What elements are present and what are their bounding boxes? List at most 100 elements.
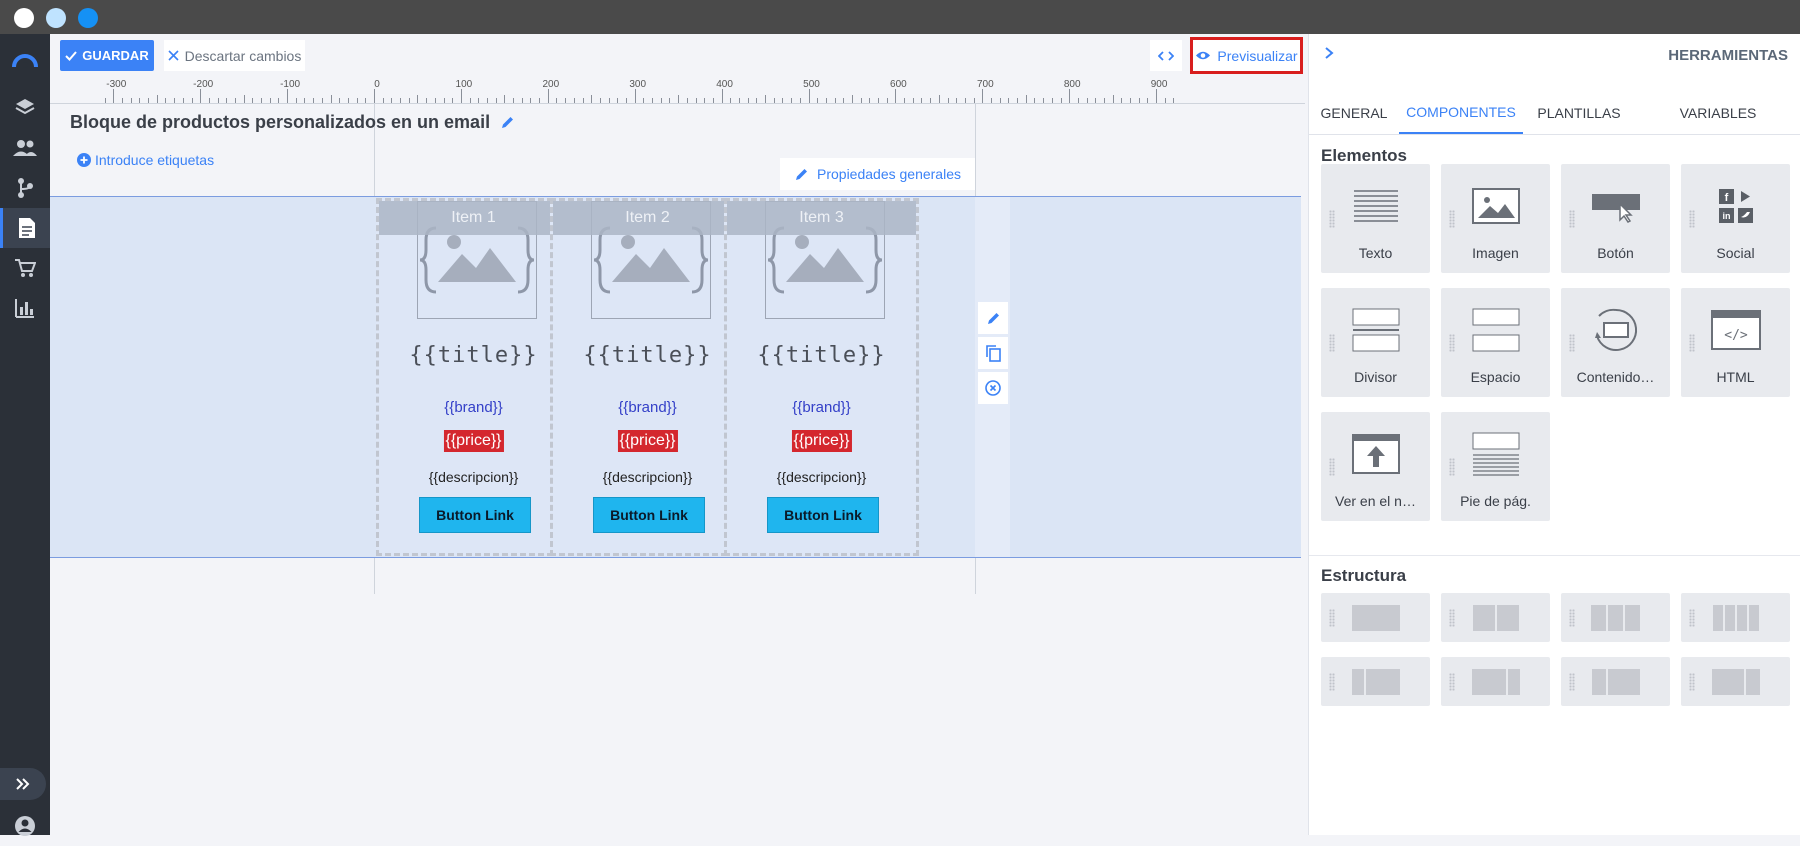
spacer-icon bbox=[1441, 300, 1550, 360]
html-element[interactable]: </> HTML bbox=[1681, 288, 1790, 397]
edit-block-button[interactable] bbox=[978, 302, 1008, 334]
layers-icon[interactable] bbox=[0, 88, 50, 128]
add-tags-link[interactable]: Introduce etiquetas bbox=[77, 152, 214, 168]
item-button-link[interactable]: Button Link bbox=[767, 497, 879, 533]
ruler-tick bbox=[243, 95, 245, 103]
item-brand[interactable]: {{brand}} bbox=[727, 399, 916, 416]
templates-icon[interactable] bbox=[0, 208, 50, 248]
ruler-tick bbox=[817, 98, 819, 103]
button-element[interactable]: Botón bbox=[1561, 164, 1670, 273]
contacts-icon[interactable] bbox=[0, 128, 50, 168]
window-maximize-dot[interactable] bbox=[78, 8, 98, 28]
structure-1-3[interactable] bbox=[1321, 657, 1430, 706]
ruler-tick bbox=[391, 98, 393, 103]
item-brand[interactable]: {{brand}} bbox=[553, 399, 742, 416]
spacer-element[interactable]: Espacio bbox=[1441, 288, 1550, 397]
page-title: Bloque de productos personalizados en un… bbox=[70, 112, 515, 133]
text-icon bbox=[1321, 176, 1430, 236]
duplicate-block-button[interactable] bbox=[978, 337, 1008, 369]
view-in-browser-element[interactable]: Ver en el n… bbox=[1321, 412, 1430, 521]
tab-variables[interactable]: VARIABLES bbox=[1635, 92, 1800, 134]
general-properties-button[interactable]: Propiedades generales bbox=[780, 158, 975, 190]
ruler-tick bbox=[938, 95, 940, 103]
social-element[interactable]: f in Social bbox=[1681, 164, 1790, 273]
product-item-1[interactable]: Item 1 {{title}} {{brand}} {{price}} {{descr… bbox=[376, 198, 571, 556]
ruler-tick bbox=[200, 89, 202, 103]
item-price[interactable]: {{price}} bbox=[617, 430, 678, 452]
footer-element[interactable]: Pie de pág. bbox=[1441, 412, 1550, 521]
item-brand[interactable]: {{brand}} bbox=[379, 399, 568, 416]
ruler-tick bbox=[712, 98, 714, 103]
item-title[interactable]: {{title}} bbox=[379, 343, 568, 368]
ruler-tick bbox=[990, 98, 992, 103]
image-icon bbox=[1441, 176, 1550, 236]
item-title[interactable]: {{title}} bbox=[553, 343, 742, 368]
ruler-tick bbox=[1173, 98, 1175, 103]
item-title[interactable]: {{title}} bbox=[727, 343, 916, 368]
product-item-3[interactable]: Item 3 {{title}} {{brand}} {{price}} {{descr… bbox=[724, 198, 919, 556]
account-icon[interactable] bbox=[0, 806, 50, 846]
item-description[interactable]: {{descripcion}} bbox=[727, 469, 916, 485]
text-element[interactable]: Texto bbox=[1321, 164, 1430, 273]
ruler-tick bbox=[304, 98, 306, 103]
tabs-divider bbox=[1309, 134, 1800, 135]
ruler-tick bbox=[269, 98, 271, 103]
ruler-tick bbox=[486, 98, 488, 103]
cart-icon[interactable] bbox=[0, 248, 50, 288]
save-button[interactable]: GUARDAR bbox=[60, 40, 154, 71]
item-price[interactable]: {{price}} bbox=[443, 430, 504, 452]
expand-sidebar-icon[interactable] bbox=[0, 768, 46, 800]
ruler-tick bbox=[226, 98, 228, 103]
ruler-tick bbox=[417, 95, 419, 103]
ruler-tick bbox=[278, 98, 280, 103]
ruler-tick bbox=[669, 98, 671, 103]
content-element[interactable]: Contenido… bbox=[1561, 288, 1670, 397]
button-icon bbox=[1561, 176, 1670, 236]
ruler-tick bbox=[295, 98, 297, 103]
product-item-2[interactable]: Item 2 {{title}} {{brand}} {{price}} {{descr… bbox=[550, 198, 745, 556]
general-properties-label: Propiedades generales bbox=[817, 166, 961, 182]
element-label: Social bbox=[1716, 245, 1755, 261]
window-minimize-dot[interactable] bbox=[46, 8, 66, 28]
structure-4-columns[interactable] bbox=[1681, 593, 1790, 642]
ruler-tick bbox=[626, 98, 627, 103]
tab-componentes[interactable]: COMPONENTES bbox=[1399, 92, 1523, 134]
workflow-icon[interactable] bbox=[0, 168, 50, 208]
svg-text:in: in bbox=[1722, 211, 1730, 221]
window-close-dot[interactable] bbox=[14, 8, 34, 28]
preview-button[interactable]: Previsualizar bbox=[1190, 37, 1303, 74]
discard-changes-button[interactable]: Descartar cambios bbox=[164, 40, 305, 71]
image-element[interactable]: Imagen bbox=[1441, 164, 1550, 273]
ruler-tick bbox=[808, 89, 810, 103]
code-icon bbox=[1158, 50, 1174, 61]
item-description[interactable]: {{descripcion}} bbox=[379, 469, 568, 485]
code-view-button[interactable] bbox=[1150, 40, 1182, 71]
edit-title-icon[interactable] bbox=[500, 115, 515, 130]
collapse-panel-icon[interactable] bbox=[1323, 46, 1335, 65]
tab-general[interactable]: GENERAL bbox=[1309, 92, 1399, 134]
remove-circle-icon bbox=[985, 380, 1001, 396]
structure-2-columns[interactable] bbox=[1441, 593, 1550, 642]
structure-2-1[interactable] bbox=[1681, 657, 1790, 706]
tab-plantillas[interactable]: PLANTILLAS bbox=[1523, 92, 1635, 134]
divider-element[interactable]: Divisor bbox=[1321, 288, 1430, 397]
structure-1-2[interactable] bbox=[1561, 657, 1670, 706]
structure-3-1[interactable] bbox=[1441, 657, 1550, 706]
ruler-label: 700 bbox=[976, 79, 994, 90]
item-button-link[interactable]: Button Link bbox=[593, 497, 705, 533]
ruler-tick bbox=[1095, 98, 1097, 103]
ruler-tick bbox=[999, 98, 1001, 103]
logo-icon[interactable] bbox=[0, 40, 50, 80]
reports-icon[interactable] bbox=[0, 288, 50, 328]
ruler-tick bbox=[356, 98, 358, 103]
ruler-tick bbox=[347, 98, 349, 103]
item-price[interactable]: {{price}} bbox=[791, 430, 852, 452]
item-description[interactable]: {{descripcion}} bbox=[553, 469, 742, 485]
ruler-tick bbox=[191, 98, 193, 103]
elements-heading: Elementos bbox=[1321, 146, 1407, 165]
structure-3-columns[interactable] bbox=[1561, 593, 1670, 642]
delete-block-button[interactable] bbox=[978, 372, 1008, 404]
structure-1-column[interactable] bbox=[1321, 593, 1430, 642]
item-button-link[interactable]: Button Link bbox=[419, 497, 531, 533]
item-header: Item 2 bbox=[553, 201, 742, 235]
